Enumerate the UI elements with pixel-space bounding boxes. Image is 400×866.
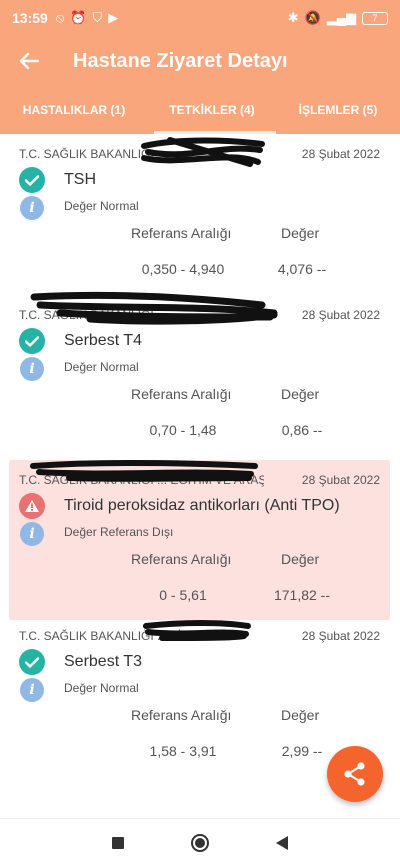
tab-tetkikler[interactable]: TETKİKLER (4) [148,86,276,134]
warning-icon [19,493,45,519]
share-icon [344,762,365,786]
result-card-out-of-range[interactable]: T.C. SAĞLIK BAKANLIĞI ... EĞİTİM VE ARAŞ… [9,460,390,620]
home-button[interactable] [188,831,212,855]
test-value: 0,86 -- [281,422,323,438]
app-bar: Hastane Ziyaret Detayı [0,36,400,86]
result-date: 28 Şubat 2022 [301,473,380,487]
redaction-scribble [30,291,278,325]
value-note: Değer Normal [64,360,139,374]
share-button[interactable] [327,746,383,802]
test-name: TSH [64,171,96,188]
check-icon [19,328,45,354]
bluetooth-icon: ✱ [287,10,299,25]
redaction-scribble [30,460,258,482]
back-button[interactable] [0,36,58,86]
home-icon [191,834,209,852]
reference-range-header: Referans Aralığı [131,707,232,723]
result-date: 28 Şubat 2022 [301,629,380,643]
reference-range-header: Referans Aralığı [131,551,232,567]
page-title: Hastane Ziyaret Detayı [73,49,288,72]
value-header: Değer [281,707,320,723]
test-value: 2,99 -- [281,743,323,759]
redaction-scribble [143,620,251,641]
value-note: Değer Referans Dışı [64,525,174,539]
check-icon [19,167,45,193]
value-note: Değer Normal [64,681,139,695]
info-icon: i [20,678,44,702]
tab-islemler[interactable]: İŞLEMLER (5) [276,86,400,134]
test-value: 4,076 -- [277,261,327,277]
tab-label: İŞLEMLER (5) [298,103,378,117]
value-note: Değer Normal [64,199,139,213]
value-header: Değer [281,551,320,567]
battery-level: 7 [372,13,378,23]
vpn-shield-icon: ⛉ [92,10,103,25]
recent-apps-icon [112,837,124,849]
reference-range-value: 0,350 - 4,940 [141,261,225,277]
result-date: 28 Şubat 2022 [301,308,380,322]
check-icon [19,649,45,675]
test-name: Serbest T3 [64,653,142,670]
youtube-icon: ▶ [108,10,119,25]
info-icon: i [20,357,44,381]
value-header: Değer [281,225,320,241]
reference-range-value: 0,70 - 1,48 [149,422,217,438]
status-time: 13:59 [12,10,48,26]
recent-apps-button[interactable] [106,831,130,855]
redaction-scribble [141,137,265,167]
status-bar: 13:59 ⦸ ⏰ ⛉ ▶ ✱ 🔕 ▂▄▆ 7 [0,0,400,36]
test-value: 171,82 -- [273,587,331,603]
result-card[interactable]: T.C. SAĞLIK BAKANLIĞI 28 Şubat 2022 TSH … [0,134,400,294]
tab-hastaliklar[interactable]: HASTALIKLAR (1) [0,86,148,134]
back-nav-button[interactable] [270,831,294,855]
battery-icon: 7 [362,11,388,25]
test-name: Tiroid peroksidaz antikorları (Anti TPO) [64,497,340,514]
signal-icon: ▂▄▆ [326,10,356,25]
result-date: 28 Şubat 2022 [301,147,380,161]
status-icons-left: ⦸ ⏰ ⛉ ▶ [56,10,118,26]
system-nav-bar [0,818,400,866]
reference-range-header: Referans Aralığı [131,386,232,402]
reference-range-value: 1,58 - 3,91 [149,743,217,759]
mute-icon: 🔕 [304,10,321,25]
alarm-icon: ⏰ [70,10,87,25]
info-icon: i [20,196,44,220]
info-icon: i [20,522,44,546]
reference-range-header: Referans Aralığı [131,225,232,241]
tab-label: HASTALIKLAR (1) [22,103,126,117]
tab-bar: HASTALIKLAR (1) TETKİKLER (4) İŞLEMLER (… [0,86,400,134]
test-name: Serbest T4 [64,332,142,349]
tab-label: TETKİKLER (4) [169,103,255,117]
status-icons-right: ✱ 🔕 ▂▄▆ 7 [288,10,388,26]
result-card[interactable]: T.C. SAĞLIK BAKANLIĞI 28 Şubat 2022 Serb… [0,291,400,455]
value-header: Değer [281,386,320,402]
no-disturb-icon: ⦸ [55,10,65,25]
back-icon [276,836,288,850]
reference-range-value: 0 - 5,61 [159,587,207,603]
arrow-left-icon [19,52,39,70]
